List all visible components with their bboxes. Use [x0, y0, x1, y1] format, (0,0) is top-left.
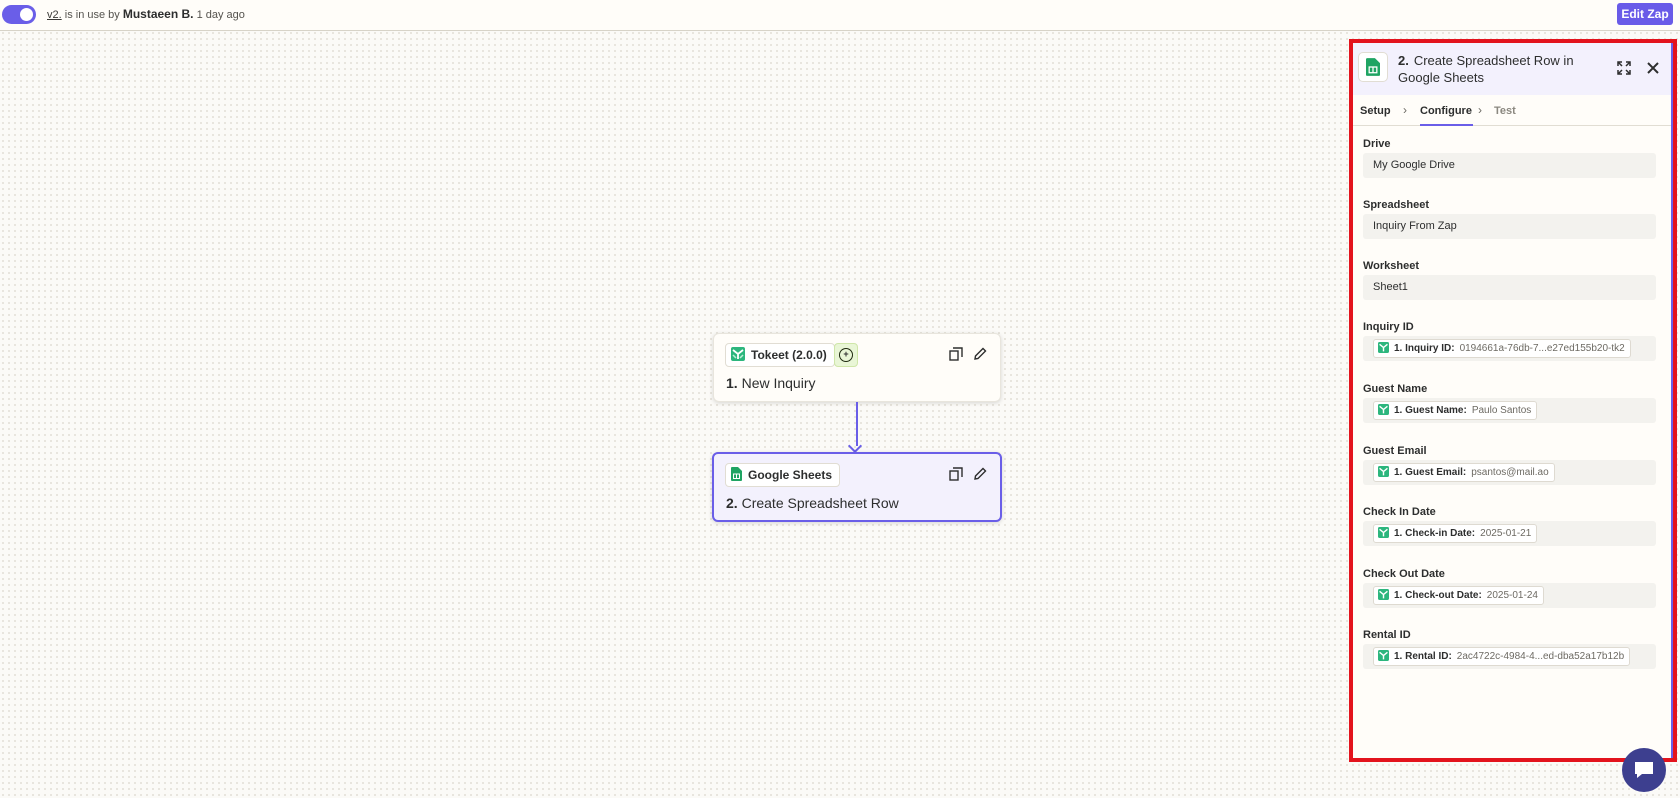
field-label-rental-id: Rental ID — [1363, 629, 1411, 641]
pill-key: 1. Rental ID: — [1394, 651, 1452, 662]
step-name: New Inquiry — [741, 375, 816, 391]
guest-email-field[interactable]: 1. Guest Email: psantos@mail.ao — [1363, 460, 1656, 485]
panel-header: 2. Create Spreadsheet Row in Google Sheet… — [1353, 43, 1671, 95]
chat-icon[interactable] — [1622, 748, 1666, 792]
pill-key: 1. Guest Name: — [1394, 405, 1467, 416]
spreadsheet-value: Inquiry From Zap — [1373, 220, 1457, 232]
panel-step-number: 2. — [1398, 53, 1409, 68]
mapped-value-pill[interactable]: 1. Inquiry ID: 0194661a-76db-7...e27ed15… — [1373, 339, 1631, 358]
pill-value: 2ac4722c-4984-4...ed-dba52a17b12b — [1456, 651, 1625, 662]
time-ago: 1 day ago — [193, 9, 245, 21]
edit-zap-button[interactable]: Edit Zap — [1617, 3, 1673, 25]
google-sheets-icon — [731, 466, 742, 484]
copy-icon[interactable] — [946, 344, 966, 364]
drive-field[interactable]: My Google Drive — [1363, 153, 1656, 178]
pill-value: psantos@mail.ao — [1471, 467, 1549, 478]
tab-setup[interactable]: Setup — [1360, 105, 1391, 117]
step-name: Create Spreadsheet Row — [741, 495, 899, 511]
field-label-drive: Drive — [1363, 138, 1391, 150]
mapped-value-pill[interactable]: 1. Guest Email: psantos@mail.ao — [1373, 463, 1555, 482]
pill-key: 1. Guest Email: — [1394, 467, 1467, 478]
field-label-worksheet: Worksheet — [1363, 260, 1420, 272]
tokeet-icon — [1378, 341, 1389, 356]
drive-value: My Google Drive — [1373, 159, 1455, 171]
pill-key: 1. Inquiry ID: — [1394, 343, 1455, 354]
status-text: is in use by — [61, 9, 123, 21]
rental-id-field[interactable]: 1. Rental ID: 2ac4722c-4984-4...ed-dba52… — [1363, 644, 1656, 669]
step-card-trigger[interactable]: Tokeet (2.0.0) + 1. New Inquiry — [713, 333, 1001, 402]
step-number: 2. — [726, 495, 738, 511]
step-title: 1. New Inquiry — [726, 375, 816, 391]
zap-on-toggle[interactable] — [2, 5, 36, 24]
panel-step-title: Create Spreadsheet Row in Google Sheets — [1398, 53, 1574, 85]
check-in-field[interactable]: 1. Check-in Date: 2025-01-21 — [1363, 521, 1656, 546]
user-name: Mustaeen B. — [122, 7, 194, 21]
field-label-guest-name: Guest Name — [1363, 383, 1428, 395]
chevron-right-icon: › — [1478, 103, 1482, 117]
tab-configure[interactable]: Configure — [1420, 105, 1472, 117]
step-title: 2. Create Spreadsheet Row — [726, 495, 899, 511]
step-detail-panel: 2. Create Spreadsheet Row in Google Sheet… — [1349, 39, 1677, 762]
worksheet-field[interactable]: Sheet1 — [1363, 275, 1656, 300]
version-link[interactable]: v2. — [47, 9, 62, 21]
tokeet-icon — [1378, 588, 1389, 603]
mapped-value-pill[interactable]: 1. Check-out Date: 2025-01-24 — [1373, 586, 1544, 605]
chevron-right-icon: › — [1403, 103, 1407, 117]
app-chip-google-sheets: Google Sheets — [725, 463, 841, 487]
panel-tabs: Setup › Configure › Test — [1353, 95, 1671, 126]
version-status: v2. is in use by Mustaeen B. 1 day ago — [47, 7, 245, 21]
tokeet-icon — [1378, 403, 1389, 418]
pill-key: 1. Check-in Date: — [1394, 528, 1476, 539]
active-tab-indicator — [1420, 124, 1473, 126]
worksheet-value: Sheet1 — [1373, 281, 1408, 293]
mapped-value-pill[interactable]: 1. Check-in Date: 2025-01-21 — [1373, 524, 1538, 543]
top-bar: v2. is in use by Mustaeen B. 1 day ago E… — [0, 0, 1680, 31]
field-label-check-out: Check Out Date — [1363, 568, 1445, 580]
spreadsheet-field[interactable]: Inquiry From Zap — [1363, 214, 1656, 239]
pencil-icon[interactable] — [970, 464, 990, 484]
pill-value: 2025-01-24 — [1486, 590, 1538, 601]
field-label-inquiry-id: Inquiry ID — [1363, 321, 1414, 333]
tokeet-icon — [1378, 465, 1389, 480]
field-label-guest-email: Guest Email — [1363, 445, 1427, 457]
check-out-field[interactable]: 1. Check-out Date: 2025-01-24 — [1363, 583, 1656, 608]
field-label-check-in: Check In Date — [1363, 506, 1436, 518]
mapped-value-pill[interactable]: 1. Guest Name: Paulo Santos — [1373, 401, 1538, 420]
connector-arrow-icon — [847, 438, 863, 454]
app-name: Google Sheets — [748, 468, 833, 482]
app-name: Tokeet (2.0.0) — [751, 348, 827, 362]
tokeet-icon — [1378, 649, 1389, 664]
google-sheets-icon — [1358, 52, 1388, 82]
pill-value: 2025-01-21 — [1480, 528, 1532, 539]
guest-name-field[interactable]: 1. Guest Name: Paulo Santos — [1363, 398, 1656, 423]
copy-icon[interactable] — [946, 464, 966, 484]
panel-title: 2. Create Spreadsheet Row in Google Sheet… — [1398, 52, 1598, 86]
step-number: 1. — [726, 375, 738, 391]
tab-test[interactable]: Test — [1494, 105, 1516, 117]
app-chip-tokeet: Tokeet (2.0.0) — [725, 343, 835, 367]
expand-icon[interactable] — [1614, 58, 1634, 78]
field-label-spreadsheet: Spreadsheet — [1363, 199, 1430, 211]
close-icon[interactable] — [1643, 58, 1663, 78]
mapped-value-pill[interactable]: 1. Rental ID: 2ac4722c-4984-4...ed-dba52… — [1373, 647, 1631, 666]
pill-key: 1. Check-out Date: — [1394, 590, 1482, 601]
tokeet-icon — [1378, 526, 1389, 541]
pill-value: Paulo Santos — [1471, 405, 1532, 416]
pill-value: 0194661a-76db-7...e27ed155b20-tk2 — [1459, 343, 1625, 354]
pencil-icon[interactable] — [970, 344, 990, 364]
step-card-action[interactable]: Google Sheets 2. Create Spreadsheet Row — [712, 452, 1002, 522]
trigger-icon: + — [834, 343, 858, 367]
inquiry-id-field[interactable]: 1. Inquiry ID: 0194661a-76db-7...e27ed15… — [1363, 336, 1656, 361]
tokeet-icon — [731, 346, 745, 364]
toggle-knob — [20, 8, 33, 21]
